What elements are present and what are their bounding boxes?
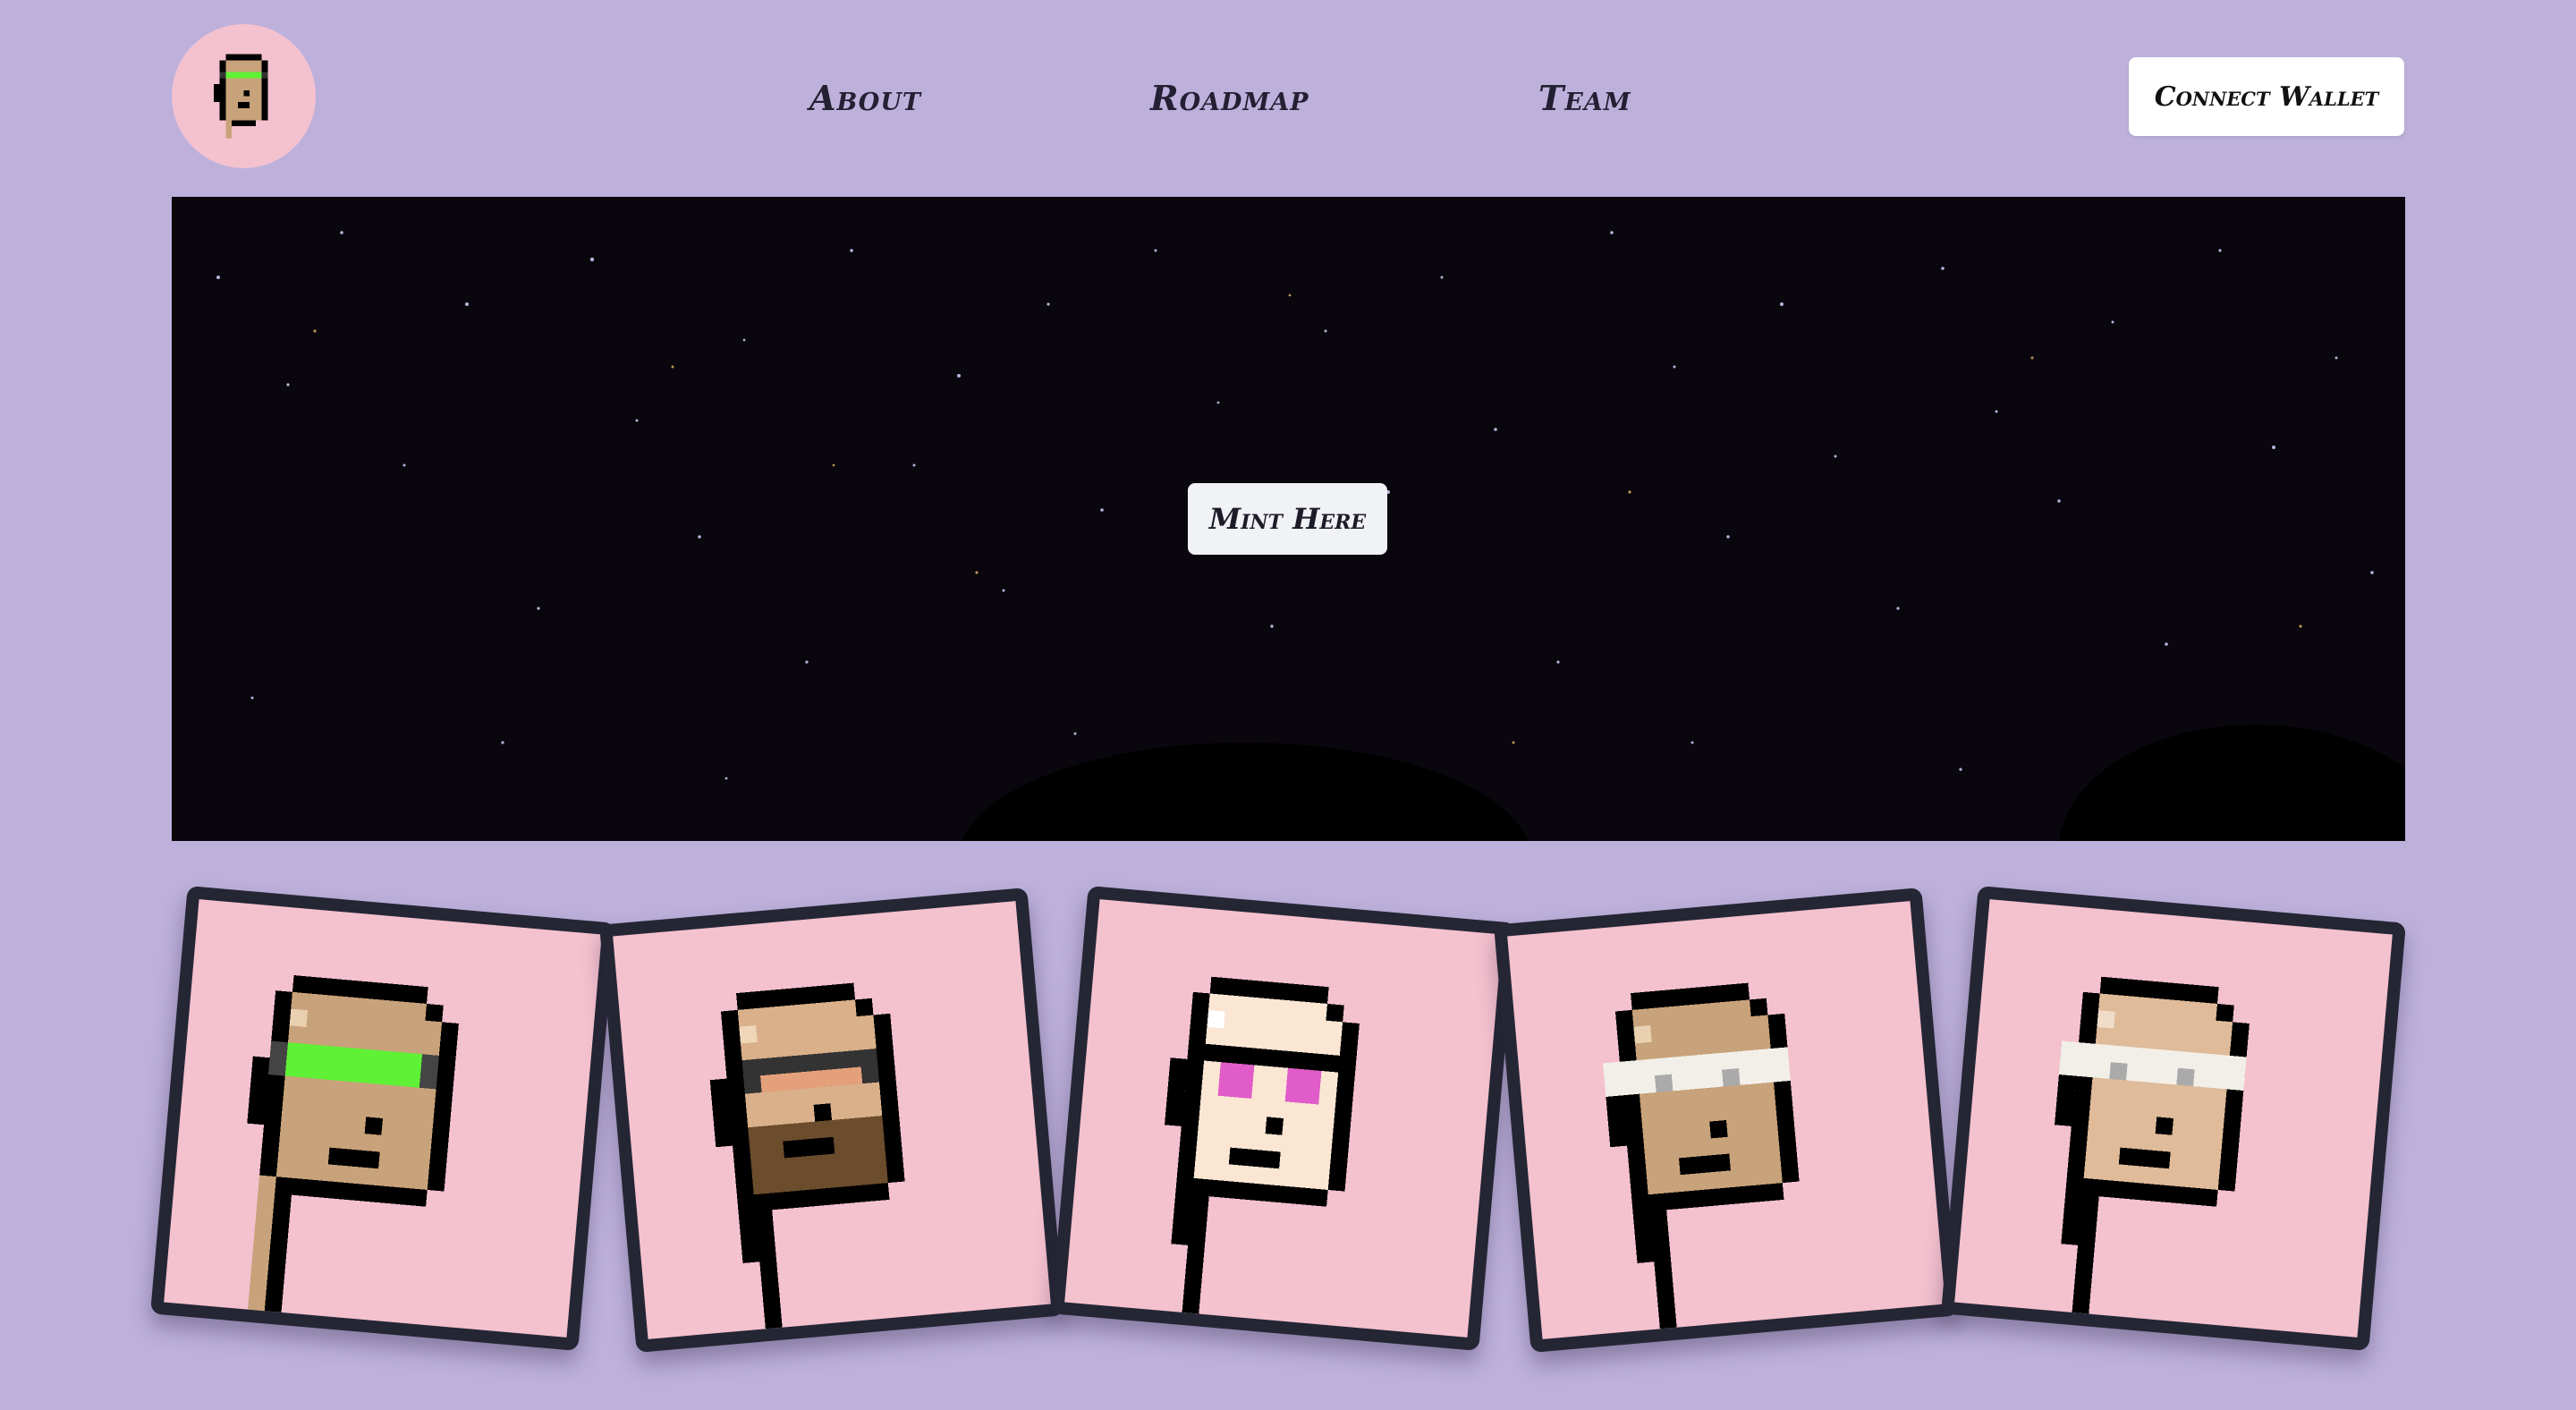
nav-link-team[interactable]: Team (1538, 72, 1631, 125)
punk-card-4[interactable] (1493, 887, 1960, 1354)
punk-flower-crown-icon (1603, 982, 1800, 1329)
punk-flower-crown-light-icon (2055, 976, 2250, 1314)
hero-banner: Mint Here (172, 197, 2405, 841)
punk-beard-shades-icon (709, 982, 905, 1329)
punk-card-3[interactable] (1050, 885, 1517, 1352)
mint-button[interactable]: Mint Here (1188, 483, 1387, 555)
punk-green-visor-icon (247, 975, 459, 1312)
nav-link-roadmap[interactable]: Roadmap (1150, 72, 1309, 125)
punk-card-2[interactable] (598, 887, 1065, 1354)
punk-pink-glasses-icon (1165, 976, 1360, 1314)
logo-avatar[interactable] (172, 24, 316, 168)
punk-card-1[interactable] (149, 885, 616, 1352)
punk-card-5[interactable] (1940, 885, 2407, 1352)
nav-link-about[interactable]: About (809, 72, 921, 125)
pixel-punk-logo-icon (213, 54, 268, 139)
connect-wallet-button[interactable]: Connect Wallet (2129, 57, 2404, 136)
